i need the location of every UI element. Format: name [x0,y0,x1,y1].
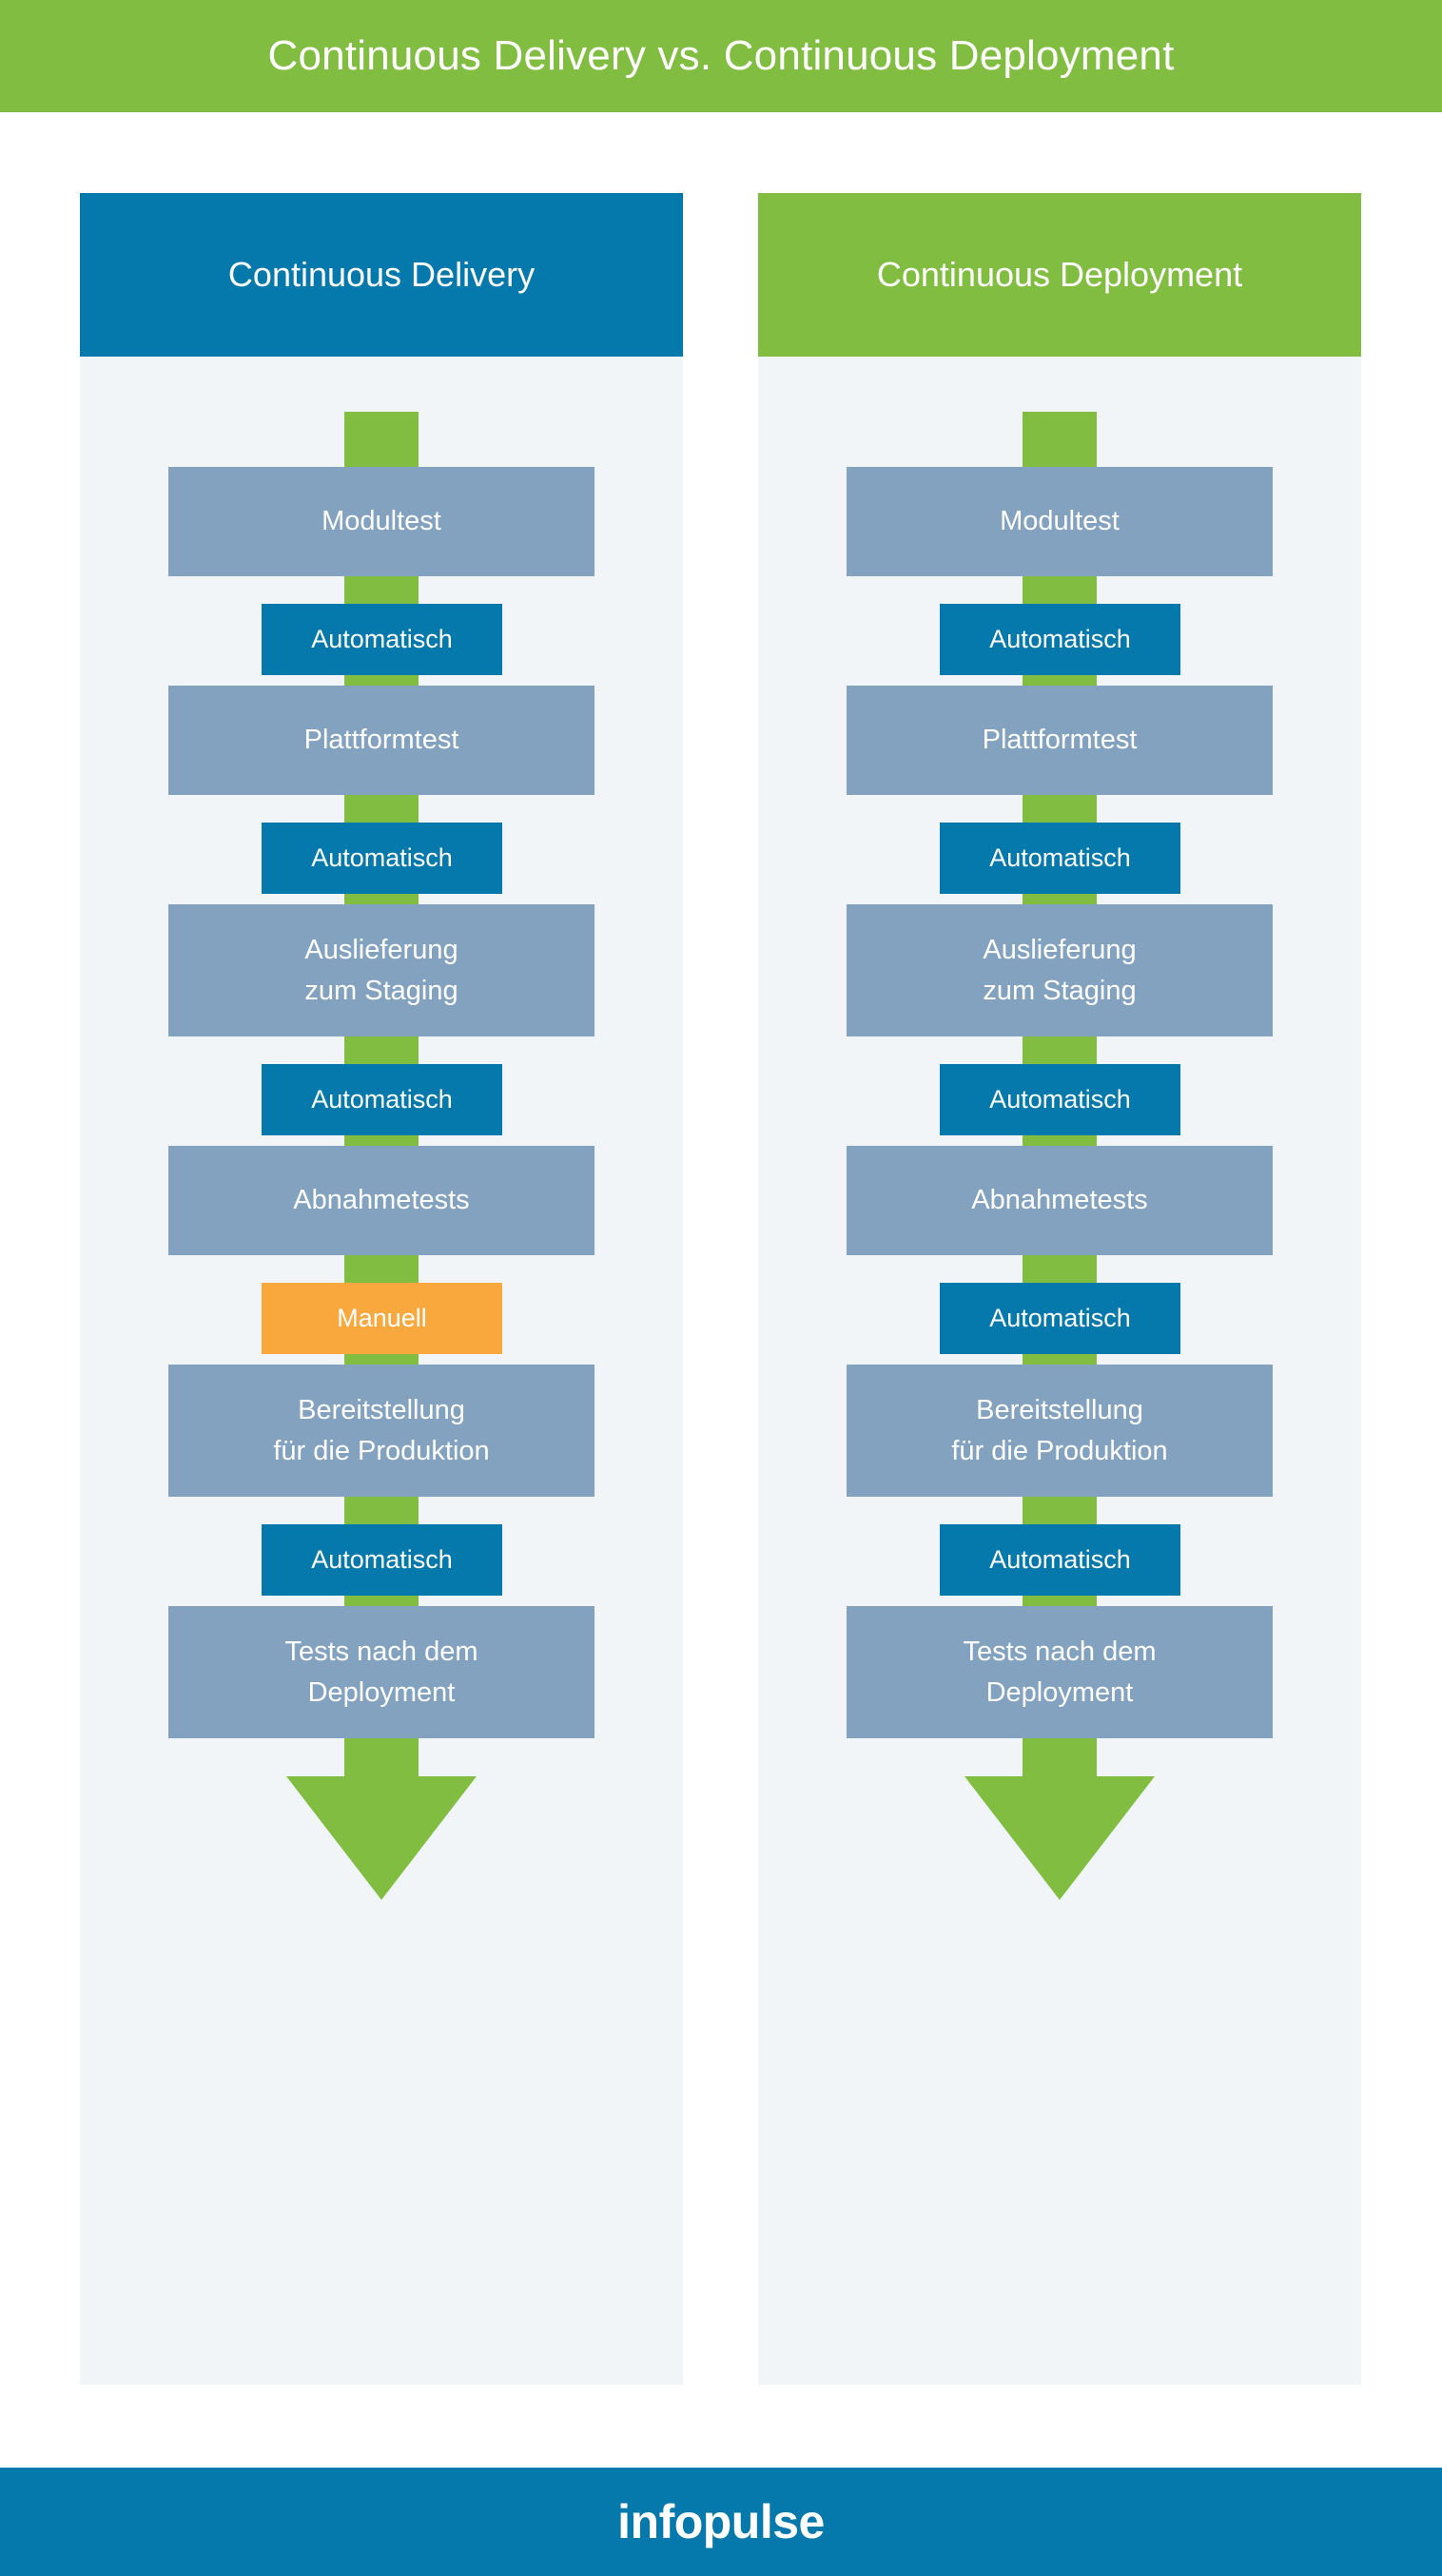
trigger-badge-label: Automatisch [311,625,453,653]
trigger-badge-manual: Manuell [262,1283,502,1354]
pipeline-step-label: Tests nach dem Deployment [963,1636,1157,1708]
trigger-badge-label: Automatisch [311,1085,453,1114]
pipeline-step-label: Abnahmetests [971,1185,1148,1215]
trigger-badge-automatic: Automatisch [940,823,1180,894]
trigger-badge-label: Automatisch [989,1304,1131,1332]
trigger-badge-label: Automatisch [989,843,1131,872]
column-header-label: Continuous Deployment [876,255,1243,294]
pipeline-step-label: Bereitstellung für die Produktion [273,1394,490,1466]
pipeline-step: Abnahmetests [168,1146,594,1255]
page-title: Continuous Delivery vs. Continuous Deplo… [267,32,1175,79]
trigger-badge-automatic: Automatisch [940,604,1180,675]
trigger-badge-label: Automatisch [311,1545,453,1574]
trigger-badge-label: Automatisch [989,625,1131,653]
column-header-label: Continuous Delivery [227,255,536,294]
pipeline-step-label: Modultest [1000,506,1120,536]
pipeline-step-label: Plattformtest [982,725,1138,755]
trigger-badge-label: Automatisch [989,1085,1131,1114]
pipeline-step: Tests nach dem Deployment [847,1606,1273,1738]
pipeline-step: Auslieferung zum Staging [168,904,594,1036]
pipeline-step-label: Auslieferung zum Staging [983,934,1137,1006]
comparison-columns: Continuous Delivery Modultest Plattformte… [0,193,1442,2385]
column-continuous-delivery: Continuous Delivery Modultest Plattformte… [80,193,683,2385]
trigger-badge-automatic: Automatisch [262,604,502,675]
infopulse-logo: infopulse [617,2495,825,2548]
pipeline-step: Bereitstellung für die Produktion [168,1365,594,1497]
column-body-continuous-delivery: Modultest Plattformtest Auslieferung zum S… [80,357,683,2385]
column-body-continuous-deployment: Modultest Plattformtest Auslieferung zum S… [758,357,1361,2385]
pipeline-step: Modultest [168,467,594,576]
trigger-badge-automatic: Automatisch [940,1064,1180,1135]
page-title-bar: Continuous Delivery vs. Continuous Deplo… [0,0,1442,112]
pipeline-step-label: Abnahmetests [293,1185,470,1215]
column-header-continuous-delivery: Continuous Delivery [80,193,683,357]
trigger-badge-label: Automatisch [989,1545,1131,1574]
pipeline-step-label: Modultest [322,506,441,536]
trigger-badge-label: Automatisch [311,843,453,872]
trigger-badge-automatic: Automatisch [262,823,502,894]
pipeline-step-label: Plattformtest [303,725,459,755]
column-continuous-deployment: Continuous Deployment Modultest Plattform… [758,193,1361,2385]
pipeline-step: Auslieferung zum Staging [847,904,1273,1036]
trigger-badge-automatic: Automatisch [262,1524,502,1596]
trigger-badge-label: Manuell [337,1304,427,1332]
pipeline-step: Abnahmetests [847,1146,1273,1255]
trigger-badge-automatic: Automatisch [940,1283,1180,1354]
pipeline-step: Plattformtest [847,686,1273,795]
trigger-badge-automatic: Automatisch [262,1064,502,1135]
trigger-badge-automatic: Automatisch [940,1524,1180,1596]
pipeline-step-label: Bereitstellung für die Produktion [951,1394,1168,1466]
column-header-continuous-deployment: Continuous Deployment [758,193,1361,357]
pipeline-step: Plattformtest [168,686,594,795]
pipeline-step: Modultest [847,467,1273,576]
pipeline-step: Bereitstellung für die Produktion [847,1365,1273,1497]
footer-bar: infopulse [0,2468,1442,2576]
flow-arrow-down-icon [965,1738,1155,1900]
pipeline-step-label: Auslieferung zum Staging [304,934,458,1006]
pipeline-step-label: Tests nach dem Deployment [284,1636,478,1708]
flow-arrow-down-icon [286,1738,477,1900]
pipeline-step: Tests nach dem Deployment [168,1606,594,1738]
